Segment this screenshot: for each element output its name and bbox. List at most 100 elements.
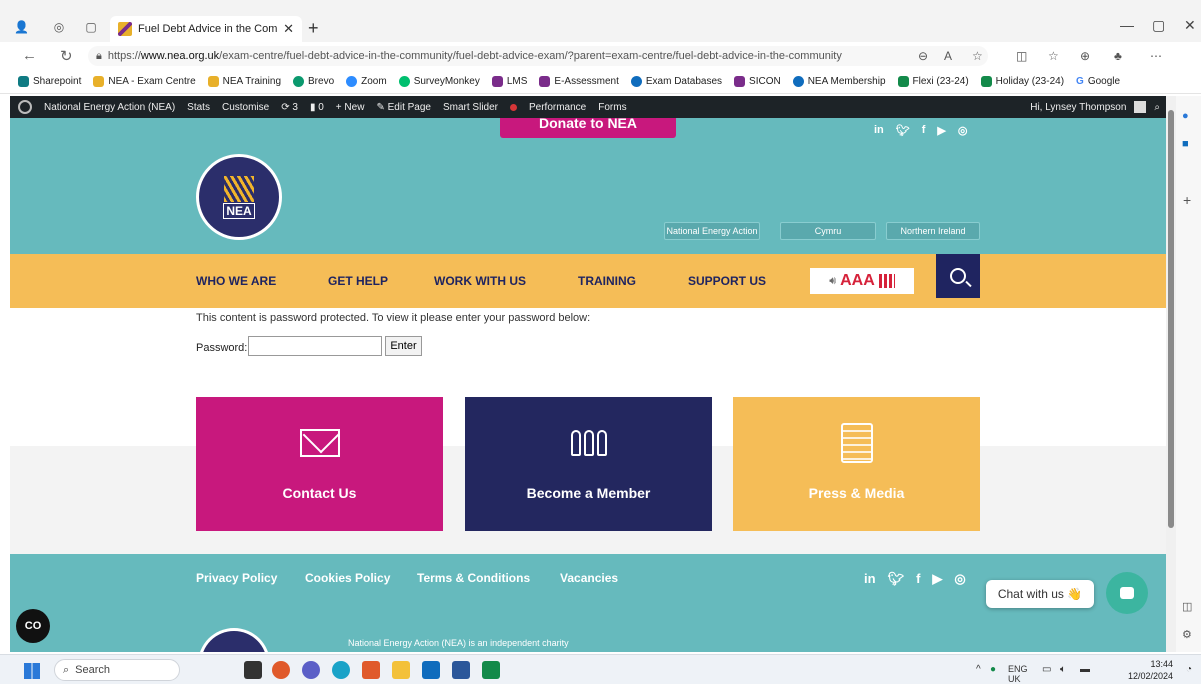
youtube-icon[interactable]: ▶︎ bbox=[937, 124, 945, 137]
nav-get-help[interactable]: GET HELP bbox=[328, 274, 388, 288]
twitter-icon[interactable]: 🐦︎ bbox=[896, 124, 910, 137]
admin-comments-link[interactable]: ▮ 0 bbox=[310, 102, 324, 113]
admin-stats-link[interactable]: Stats bbox=[187, 102, 210, 113]
teams-icon[interactable] bbox=[272, 661, 290, 679]
speaker-icon[interactable]: 🔊︎ bbox=[829, 275, 836, 288]
bookmark-item[interactable]: NEA Training bbox=[207, 76, 281, 87]
nav-work-with-us[interactable]: WORK WITH US bbox=[434, 274, 526, 288]
become-member-card[interactable]: Become a Member bbox=[465, 397, 712, 531]
file-icon[interactable] bbox=[244, 661, 262, 679]
settings-icon[interactable]: ⚙ bbox=[1182, 628, 1192, 641]
password-input[interactable] bbox=[248, 336, 382, 356]
bookmark-item[interactable]: NEA - Exam Centre bbox=[93, 76, 196, 87]
taskbar-search[interactable]: ⌕ Search bbox=[54, 659, 180, 681]
bookmark-item[interactable]: Flexi (23-24) bbox=[897, 76, 969, 87]
admin-edit-page-link[interactable]: ✎ Edit Page bbox=[376, 102, 431, 113]
new-tab-icon[interactable]: + bbox=[308, 18, 319, 39]
instagram-icon[interactable]: ◎ bbox=[958, 124, 968, 137]
linkedin-icon[interactable]: in bbox=[864, 571, 876, 587]
address-bar[interactable]: 🔒︎ https://www.nea.org.uk/exam-centre/fu… bbox=[88, 46, 988, 66]
zoom-icon[interactable]: ⊖ bbox=[918, 49, 928, 63]
linkedin-icon[interactable]: in bbox=[874, 124, 884, 137]
bookmark-item[interactable]: SICON bbox=[734, 76, 781, 87]
restore-icon[interactable]: ▢ bbox=[1152, 17, 1165, 34]
donate-button[interactable]: Donate to NEA bbox=[500, 118, 676, 138]
teams-work-icon[interactable] bbox=[362, 661, 380, 679]
bookmark-item[interactable]: Sharepoint bbox=[18, 76, 81, 87]
favorite-star-icon[interactable]: ☆ bbox=[972, 49, 983, 63]
word-icon[interactable] bbox=[452, 661, 470, 679]
outlook-icon[interactable]: ■ bbox=[1182, 138, 1189, 150]
read-aloud-icon[interactable]: A bbox=[944, 49, 952, 63]
admin-site-link[interactable]: National Energy Action (NEA) bbox=[44, 102, 175, 113]
back-icon[interactable]: ← bbox=[22, 47, 37, 64]
scrollbar-thumb[interactable] bbox=[1168, 110, 1174, 528]
nea-logo[interactable]: NEA bbox=[196, 154, 282, 240]
refresh-icon[interactable]: ↻ bbox=[60, 47, 73, 65]
excel-icon[interactable] bbox=[482, 661, 500, 679]
admin-search-icon[interactable]: ⌕ bbox=[1154, 102, 1160, 113]
admin-new-link[interactable]: + New bbox=[336, 102, 365, 113]
bookmark-item[interactable]: E-Assessment bbox=[539, 76, 619, 87]
cookie-consent-button[interactable]: CO bbox=[16, 609, 50, 643]
bookmark-item[interactable]: Holiday (23-24) bbox=[980, 76, 1064, 87]
instagram-icon[interactable]: ◎ bbox=[954, 571, 965, 587]
facebook-icon[interactable]: f bbox=[916, 571, 920, 587]
footer-terms-link[interactable]: Terms & Conditions bbox=[417, 571, 530, 585]
footer-vacancies-link[interactable]: Vacancies bbox=[560, 571, 618, 585]
avatar[interactable] bbox=[1134, 101, 1147, 113]
chat-button[interactable] bbox=[1106, 572, 1148, 614]
bookmark-item[interactable]: G Google bbox=[1076, 76, 1120, 87]
facebook-icon[interactable]: f bbox=[922, 124, 926, 137]
tab-actions-icon[interactable]: ▢ bbox=[84, 20, 98, 34]
seo-status-icon[interactable] bbox=[510, 103, 517, 111]
tray-app-icon[interactable]: ● bbox=[990, 664, 996, 675]
more-icon[interactable]: ⋯ bbox=[1150, 49, 1162, 63]
windows-start-icon[interactable] bbox=[24, 663, 40, 679]
workspaces-icon[interactable]: ◎ bbox=[52, 20, 66, 34]
press-media-card[interactable]: Press & Media bbox=[733, 397, 980, 531]
bookmark-item[interactable]: NEA Membership bbox=[792, 76, 886, 87]
copilot-icon[interactable]: ● bbox=[1182, 110, 1189, 122]
collections-icon[interactable]: ⊕ bbox=[1080, 49, 1090, 63]
colour-contrast-icon[interactable] bbox=[878, 274, 895, 288]
admin-performance-link[interactable]: Performance bbox=[529, 102, 586, 113]
footer-privacy-link[interactable]: Privacy Policy bbox=[196, 571, 277, 585]
text-size-control[interactable]: AAA bbox=[840, 272, 875, 290]
profile-icon[interactable]: 👤 bbox=[14, 20, 29, 34]
youtube-icon[interactable]: ▶︎ bbox=[932, 571, 942, 587]
nav-who-we-are[interactable]: WHO WE ARE bbox=[196, 274, 276, 288]
admin-smart-slider-link[interactable]: Smart Slider bbox=[443, 102, 498, 113]
bookmark-item[interactable]: SurveyMonkey bbox=[398, 76, 480, 87]
bookmark-item[interactable]: LMS bbox=[491, 76, 527, 87]
admin-greeting[interactable]: Hi, Lynsey Thompson bbox=[1030, 102, 1126, 113]
browser-tab-active[interactable]: Fuel Debt Advice in the Commun ✕ bbox=[110, 16, 302, 42]
language-indicator[interactable]: ENG UK bbox=[1008, 664, 1028, 684]
chat-app-icon[interactable] bbox=[302, 661, 320, 679]
nav-support-us[interactable]: SUPPORT US bbox=[688, 274, 766, 288]
tray-chevron-icon[interactable]: ^ bbox=[976, 664, 981, 675]
favorites-icon[interactable]: ☆ bbox=[1048, 49, 1059, 63]
edge-icon[interactable] bbox=[332, 661, 350, 679]
admin-updates-link[interactable]: ⟳ 3 bbox=[281, 102, 298, 113]
contact-us-card[interactable]: Contact Us bbox=[196, 397, 443, 531]
footer-cookies-link[interactable]: Cookies Policy bbox=[305, 571, 390, 585]
split-screen-icon[interactable]: ◫ bbox=[1016, 49, 1027, 63]
add-sidebar-icon[interactable]: + bbox=[1183, 192, 1191, 208]
enter-button[interactable]: Enter bbox=[385, 336, 422, 356]
lang-link-cymru[interactable]: Cymru bbox=[780, 222, 876, 240]
volume-icon[interactable]: 🔈︎ bbox=[1060, 664, 1066, 675]
wordpress-icon[interactable] bbox=[18, 100, 32, 114]
minimize-icon[interactable]: — bbox=[1120, 17, 1134, 33]
outlook-taskbar-icon[interactable] bbox=[422, 661, 440, 679]
nav-training[interactable]: TRAINING bbox=[578, 274, 636, 288]
sidebar-toggle-icon[interactable]: ◫ bbox=[1182, 600, 1192, 613]
battery-icon[interactable]: ▬ bbox=[1080, 664, 1090, 675]
notifications-icon[interactable]: ◔ bbox=[1186, 664, 1192, 675]
close-window-icon[interactable]: ✕ bbox=[1184, 17, 1196, 34]
bookmark-item[interactable]: Exam Databases bbox=[630, 76, 722, 87]
taskbar-clock[interactable]: 13:44 12/02/2024 bbox=[1128, 658, 1173, 682]
bookmark-item[interactable]: Zoom bbox=[346, 76, 387, 87]
chat-prompt[interactable]: Chat with us 👋 bbox=[986, 580, 1094, 608]
close-tab-icon[interactable]: ✕ bbox=[283, 21, 294, 37]
